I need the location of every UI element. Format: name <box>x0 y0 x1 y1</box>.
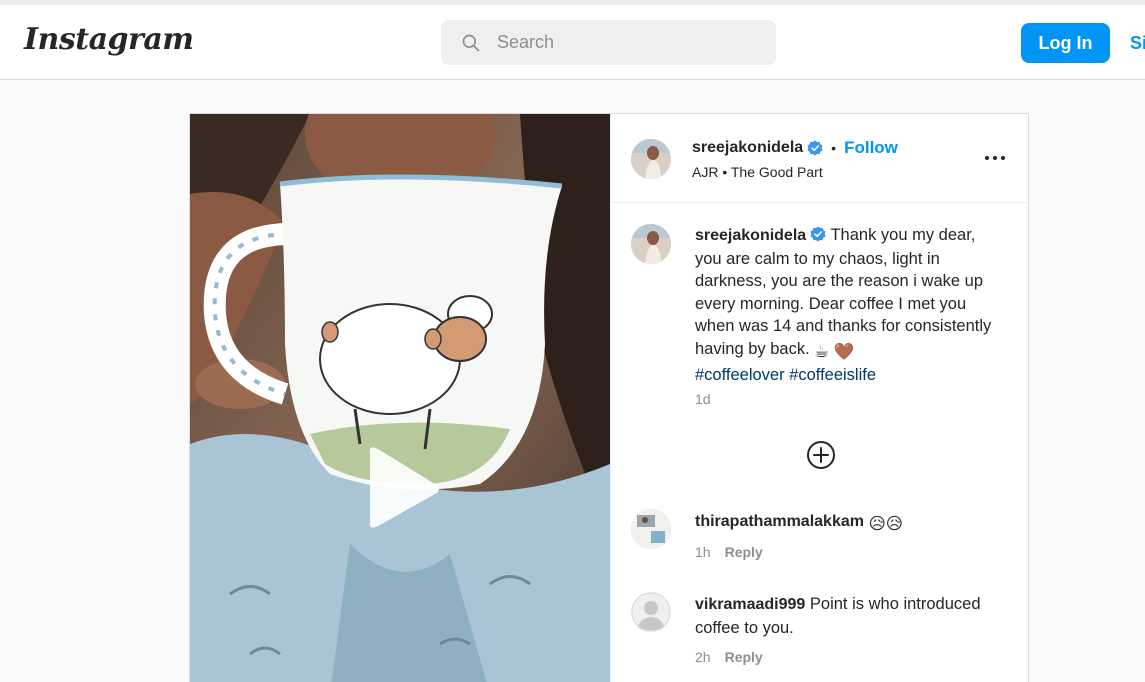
caption-avatar[interactable] <box>631 224 671 264</box>
caption-body: Thank you my dear, you are calm to my ch… <box>695 226 992 358</box>
more-dot <box>1001 156 1005 160</box>
commenter-username[interactable]: thirapathammalakkam <box>695 513 864 530</box>
author-avatar[interactable] <box>631 139 671 179</box>
default-avatar-icon <box>631 592 671 632</box>
hashtag-link[interactable]: #coffeelover <box>695 366 785 384</box>
author-line: sreejakonidela • Follow <box>692 138 898 158</box>
commenter-photo <box>631 509 671 549</box>
author-photo <box>631 139 671 179</box>
commenter-username[interactable]: vikramaadi999 <box>695 596 805 613</box>
caption-text: sreejakonidela Thank you my dear, you ar… <box>695 224 1001 386</box>
post-container: sreejakonidela • Follow AJR • The Good P… <box>189 113 1030 682</box>
verified-badge-icon <box>810 226 826 242</box>
follow-button[interactable]: Follow <box>844 138 898 158</box>
post-sidebar: sreejakonidela • Follow AJR • The Good P… <box>610 114 1030 682</box>
caption-author-photo <box>631 224 671 264</box>
more-dot <box>993 156 997 160</box>
load-more-comments-icon[interactable] <box>805 439 837 471</box>
comment-text: thirapathammalakkam 😥😥 <box>695 510 1005 536</box>
commenter-avatar[interactable] <box>631 592 671 632</box>
comment-body: 😥😥 <box>868 515 903 533</box>
reply-button[interactable]: Reply <box>725 649 763 665</box>
verified-badge-icon <box>807 140 823 156</box>
author-username[interactable]: sreejakonidela <box>692 139 803 157</box>
comment-timestamp[interactable]: 1h <box>695 544 711 560</box>
comment-text: vikramaadi999 Point is who introduced co… <box>695 593 1005 639</box>
post-header: sreejakonidela • Follow AJR • The Good P… <box>611 114 1030 203</box>
comment-meta: 1h Reply <box>695 544 763 560</box>
reply-button[interactable]: Reply <box>725 544 763 560</box>
signup-link[interactable]: Si <box>1130 33 1145 54</box>
search-box[interactable] <box>441 20 776 65</box>
hashtag-link[interactable]: #coffeeislife <box>789 366 876 384</box>
more-options-icon[interactable] <box>983 146 1007 170</box>
top-navigation-bar: Instagram Log In Si <box>0 0 1145 80</box>
caption-emojis: ☕ 🤎 <box>814 342 855 361</box>
instagram-logo[interactable]: Instagram <box>24 22 194 57</box>
separator-dot: • <box>831 140 837 156</box>
search-icon <box>462 34 480 51</box>
caption-username[interactable]: sreejakonidela <box>695 227 806 244</box>
commenter-avatar[interactable] <box>631 509 671 549</box>
search-input[interactable] <box>497 32 747 53</box>
more-dot <box>985 156 989 160</box>
audio-track[interactable]: AJR • The Good Part <box>692 164 823 180</box>
video-frame <box>190 114 610 682</box>
login-button[interactable]: Log In <box>1021 23 1110 63</box>
comment-meta: 2h Reply <box>695 649 763 665</box>
comment-timestamp[interactable]: 2h <box>695 649 711 665</box>
caption-timestamp[interactable]: 1d <box>695 391 711 407</box>
post-video[interactable] <box>190 114 610 682</box>
